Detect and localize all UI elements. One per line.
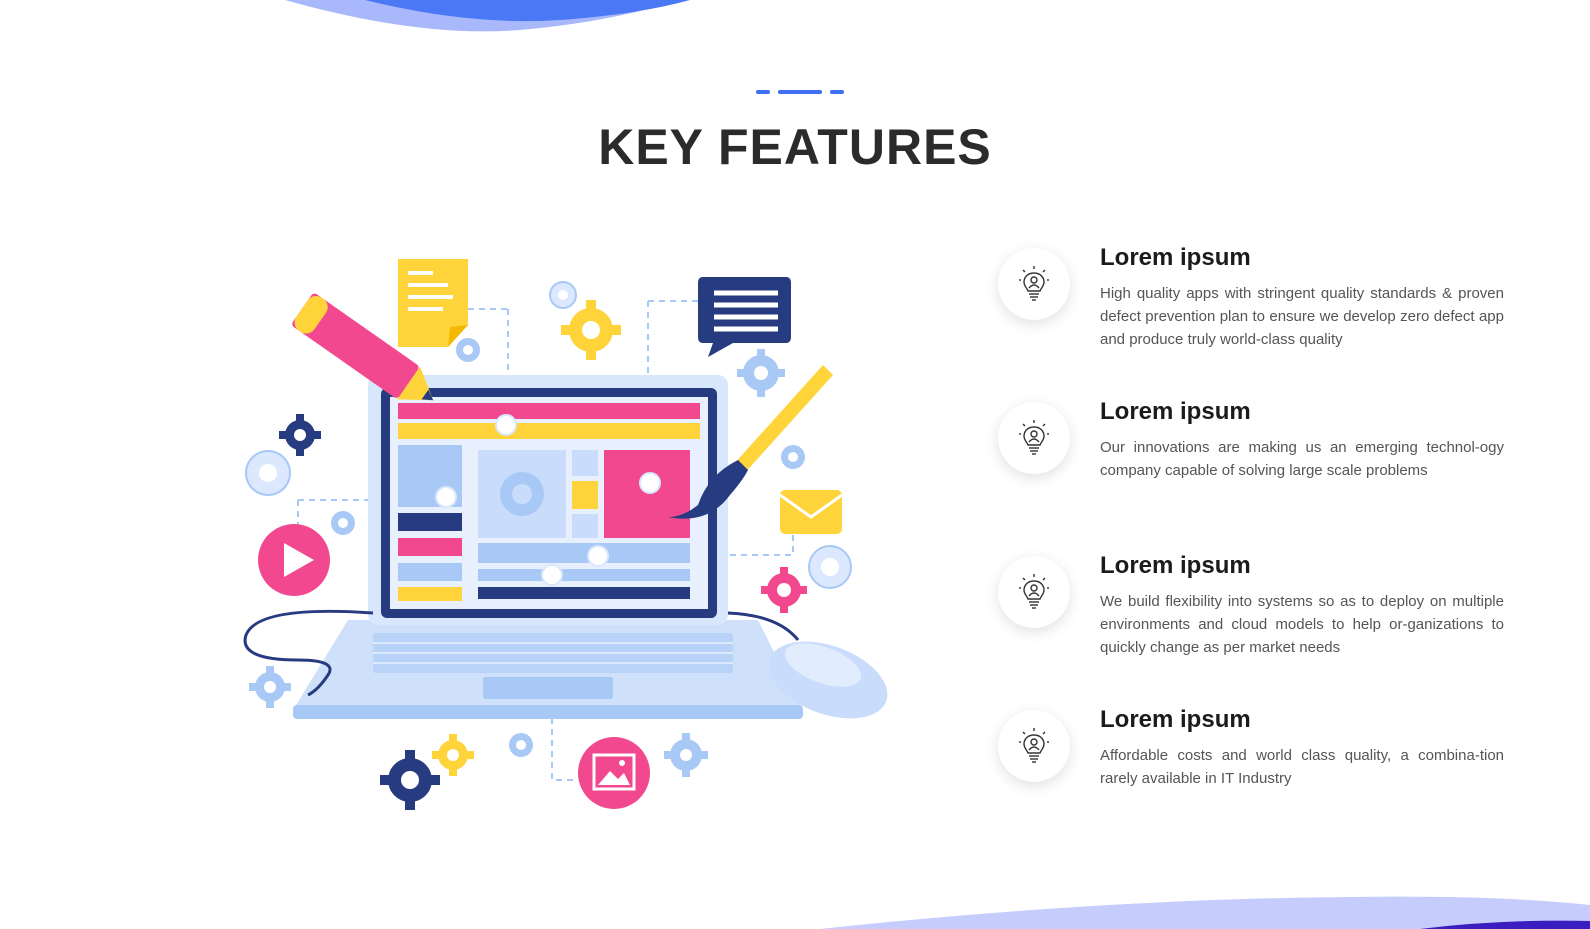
lightbulb-person-icon <box>1019 574 1049 609</box>
feature-icon-badge <box>998 402 1070 474</box>
feature-title: Lorem ipsum <box>1100 244 1251 271</box>
top-wave-decoration <box>285 0 690 32</box>
feature-description: Affordable costs and world class quality… <box>1100 747 1504 787</box>
feature-title: Lorem ipsum <box>1100 706 1251 733</box>
feature-icon-badge <box>998 710 1070 782</box>
document-icon <box>398 259 468 347</box>
feature-description: High quality apps with stringent quality… <box>1100 285 1504 348</box>
lightbulb-person-icon <box>1019 266 1049 301</box>
feature-icon-badge <box>998 556 1070 628</box>
bottom-wave-decoration <box>820 896 1590 929</box>
feature-icon-badge <box>998 248 1070 320</box>
section-title: KEY FEATURES <box>598 119 992 175</box>
lightbulb-person-icon <box>1019 420 1049 455</box>
chat-bubble-icon <box>698 277 791 357</box>
feature-title: Lorem ipsum <box>1100 398 1251 425</box>
envelope-icon <box>779 490 843 534</box>
play-button-icon <box>258 524 330 596</box>
lightbulb-person-icon <box>1019 728 1049 763</box>
title-decoration <box>756 90 844 96</box>
feature-description: We build flexibility into systems so as … <box>1100 593 1504 656</box>
image-badge-icon <box>578 737 650 809</box>
feature-description: Our innovations are making us an emergin… <box>1100 439 1504 479</box>
laptop-web-design-illustration <box>243 259 888 810</box>
feature-title: Lorem ipsum <box>1100 552 1251 579</box>
